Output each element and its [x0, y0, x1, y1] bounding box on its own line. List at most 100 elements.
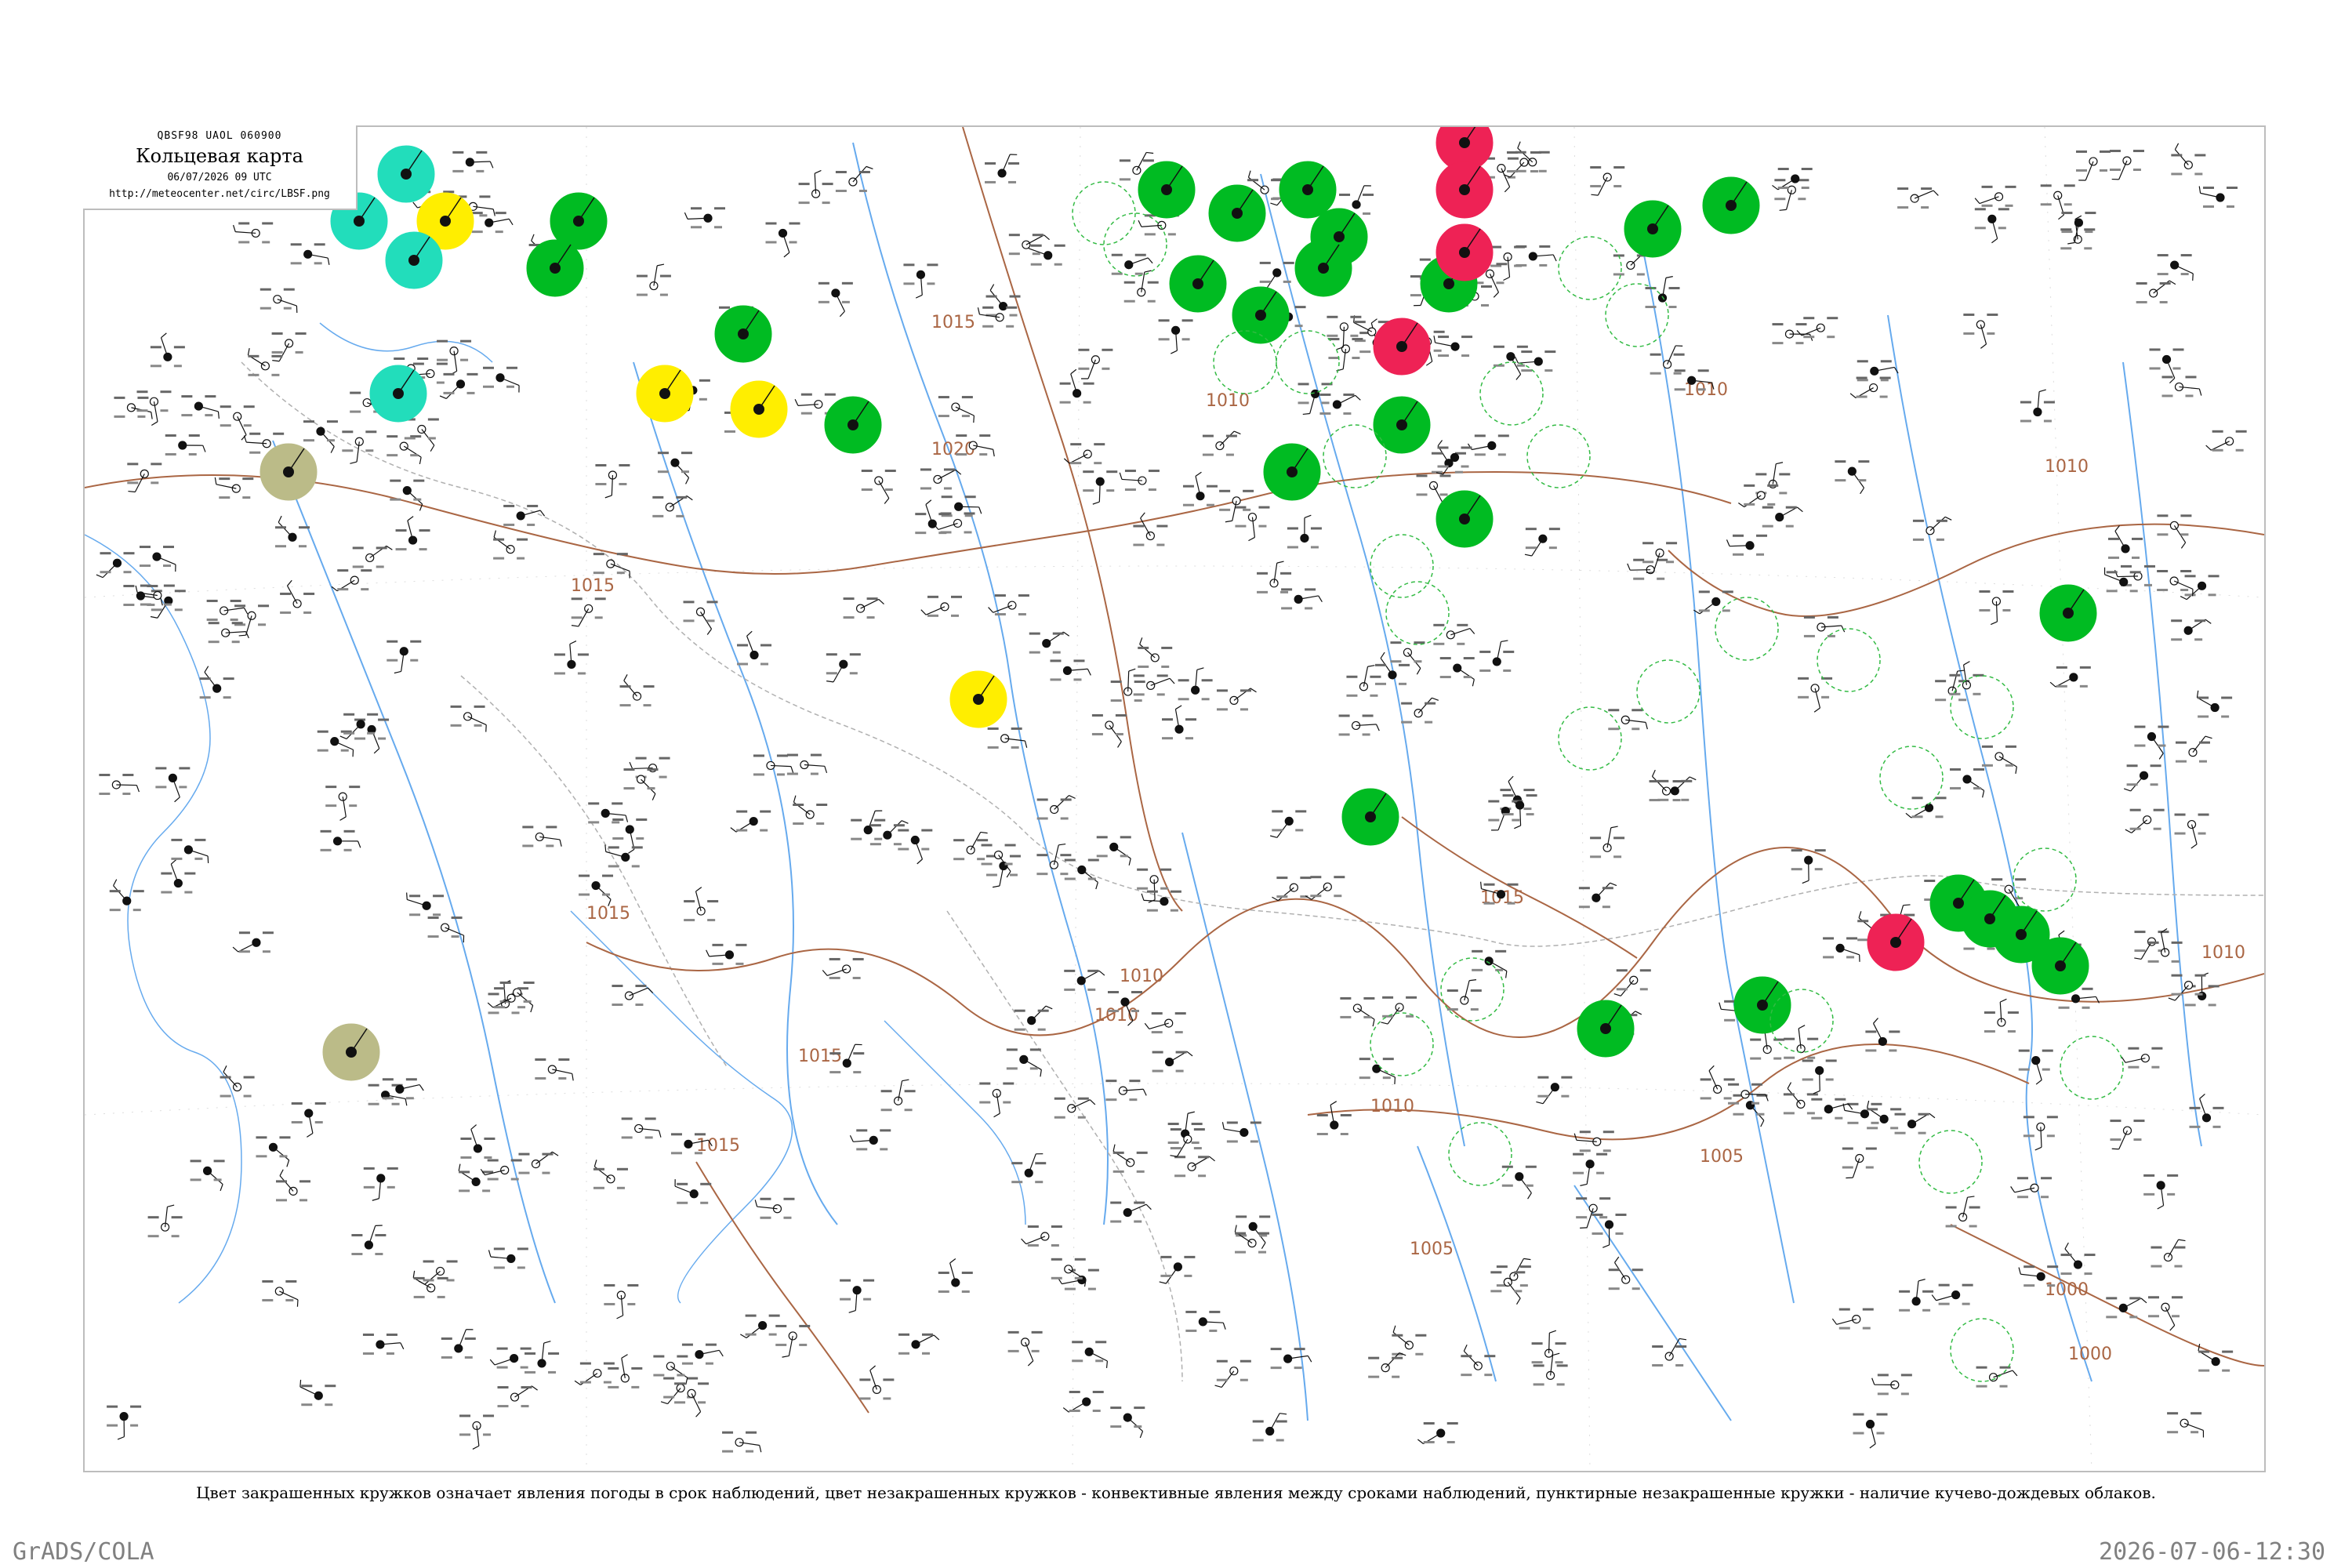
station-plot [608, 1354, 643, 1388]
station-plot [765, 222, 800, 258]
weather-marker-thunderstorm[interactable] [1436, 223, 1494, 281]
station-plot [938, 1258, 973, 1293]
station-plot [1381, 996, 1417, 1025]
station-plot [652, 495, 693, 517]
weather-marker-rain[interactable] [1373, 396, 1431, 454]
weather-marker-rain[interactable] [1577, 1000, 1635, 1058]
station-plot [1401, 697, 1439, 724]
station-plot [1162, 705, 1197, 740]
weather-marker-rain[interactable] [2039, 584, 2097, 642]
weather-marker-thunderstorm[interactable] [1867, 913, 1925, 971]
station-plot [623, 768, 659, 800]
station-plot [480, 1159, 522, 1181]
station-plot [1083, 470, 1118, 505]
station-plot [826, 653, 861, 683]
station-plot [147, 1204, 183, 1238]
station-plot [681, 1343, 724, 1365]
weather-marker-rain[interactable] [1702, 176, 1760, 234]
station-plot [171, 838, 209, 863]
station-plot [1467, 434, 1509, 456]
station-plot [181, 395, 220, 419]
station-plot [903, 263, 938, 299]
weather-marker-rain[interactable] [1138, 161, 1196, 219]
weather-marker-rain[interactable] [1733, 976, 1791, 1034]
map-frame: 1010 1015 1020 1015 1010 1005 1015 1010 1015 1010… [83, 125, 2266, 1472]
weather-marker-fog[interactable] [377, 145, 435, 203]
weather-marker-rain[interactable] [1169, 255, 1227, 313]
station-plot [1649, 769, 1684, 802]
weather-marker-haze[interactable] [260, 443, 318, 501]
isobar-label: 1015 [696, 1136, 740, 1156]
cb-cloud-circle [1385, 581, 1450, 645]
station-plot [1899, 1279, 1934, 1312]
station-plot [1950, 768, 1985, 798]
station-plot [1865, 1018, 1900, 1052]
weather-marker-thunderstorm[interactable] [1373, 318, 1431, 376]
weather-marker-rain[interactable] [824, 396, 882, 454]
station-plot [299, 1379, 336, 1406]
station-plot [1905, 797, 1947, 818]
station-plot [1871, 1374, 1912, 1396]
station-plot [493, 530, 528, 560]
map-source-url[interactable]: http://meteocenter.net/circ/LBSF.png [83, 188, 356, 200]
rivers [272, 142, 2202, 1421]
station-plot [390, 479, 425, 511]
station-plot [2010, 1177, 2053, 1199]
station-plot [452, 151, 494, 172]
station-plot [1062, 1390, 1104, 1413]
station-plot [2125, 808, 2165, 833]
station-plot [387, 435, 422, 465]
weather-marker-rain[interactable] [1436, 490, 1494, 548]
station-plot [1514, 350, 1556, 372]
cb-cloud-circle [1370, 534, 1434, 598]
weather-marker-rain[interactable] [1341, 788, 1399, 846]
station-plot [1981, 745, 2017, 774]
station-plot [1726, 534, 1768, 556]
weather-marker-thunderstorm[interactable] [1436, 161, 1494, 219]
station-plot [1531, 1330, 1566, 1364]
station-plot [593, 1160, 628, 1189]
station-plot [1059, 368, 1094, 404]
weather-marker-rain[interactable] [1263, 443, 1321, 501]
weather-marker-shower[interactable] [949, 670, 1007, 728]
weather-marker-haze[interactable] [322, 1023, 380, 1081]
station-plot [920, 595, 962, 617]
weather-marker-rain[interactable] [1624, 200, 1682, 258]
station-plot [395, 516, 430, 551]
weather-marker-shower[interactable] [730, 380, 788, 438]
station-plot [621, 1117, 662, 1139]
station-plot [161, 858, 196, 894]
station-plot [1144, 1012, 1186, 1034]
weather-marker-rain[interactable] [1279, 161, 1337, 219]
weather-marker-rain[interactable] [2031, 937, 2089, 995]
station-plot [2136, 280, 2176, 303]
station-plot [979, 1082, 1014, 1118]
weather-marker-fog[interactable] [369, 365, 427, 423]
station-plot [276, 1169, 311, 1202]
station-plot [1472, 949, 1508, 978]
station-plot [290, 243, 330, 266]
station-plot [234, 604, 270, 637]
station-plot [1072, 1341, 1109, 1369]
weather-marker-rain[interactable] [1208, 184, 1266, 242]
station-plot [793, 795, 828, 825]
station-plot [1762, 506, 1803, 528]
station-plot [1214, 1359, 1251, 1388]
weather-marker-fog[interactable] [385, 231, 443, 289]
weather-marker-rain[interactable] [526, 239, 584, 297]
station-plot [1479, 640, 1515, 672]
isobar-labels: 1010 1015 1020 1015 1010 1005 1015 1010 1015 1010… [571, 313, 2245, 1364]
station-plot [1945, 1196, 1980, 1228]
station-plot [835, 165, 873, 192]
weather-marker-rain[interactable] [714, 305, 772, 363]
weather-marker-rain[interactable] [1294, 239, 1352, 297]
station-plot [1359, 1058, 1396, 1084]
station-plot [1974, 208, 2009, 244]
station-plot [1835, 460, 1870, 495]
station-plot [109, 879, 144, 912]
station-plot [683, 601, 718, 635]
station-plot [342, 430, 377, 464]
station-plot [1590, 826, 1625, 858]
weather-marker-shower[interactable] [636, 365, 694, 423]
station-plot [2018, 1049, 2053, 1085]
